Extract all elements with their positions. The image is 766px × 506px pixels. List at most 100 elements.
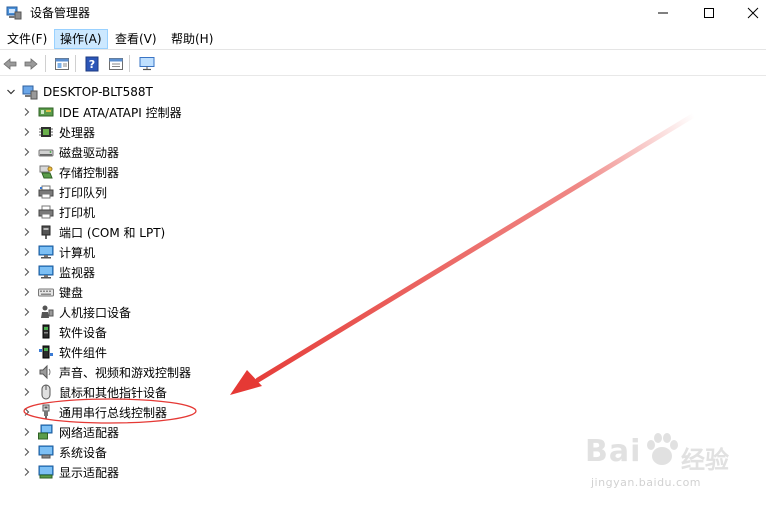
expand-chevron-icon[interactable] xyxy=(20,205,34,219)
monitor-icon[interactable] xyxy=(137,54,157,74)
tree-item[interactable]: 软件设备 xyxy=(20,322,107,342)
tree-item-label: 声音、视频和游戏控制器 xyxy=(59,365,192,380)
port-icon xyxy=(38,224,54,240)
expand-chevron-icon[interactable] xyxy=(20,125,34,139)
tree-item[interactable]: 磁盘驱动器 xyxy=(20,142,119,162)
tree-item-label: 监视器 xyxy=(59,265,96,280)
close-button[interactable] xyxy=(730,0,766,26)
paw-logo-icon xyxy=(647,433,678,465)
display-adapter-icon xyxy=(38,464,54,480)
tree-item[interactable]: 打印机 xyxy=(20,202,95,222)
computer-root-icon xyxy=(22,84,38,100)
svg-text:?: ? xyxy=(89,58,95,71)
storage-controller-icon xyxy=(38,164,54,180)
expand-chevron-icon[interactable] xyxy=(20,325,34,339)
tree-item[interactable]: 鼠标和其他指针设备 xyxy=(20,382,167,402)
expand-chevron-icon[interactable] xyxy=(20,145,34,159)
menu-help[interactable]: 帮助(H) xyxy=(166,29,218,49)
maximize-button[interactable] xyxy=(686,0,732,26)
tree-item[interactable]: 通用串行总线控制器 xyxy=(20,402,167,422)
watermark-url: jingyan.baidu.com xyxy=(591,476,702,489)
menu-bar: 文件(F) 操作(A) 查看(V) 帮助(H) xyxy=(0,28,766,50)
tree-item-label: 端口 (COM 和 LPT) xyxy=(59,225,166,240)
expand-chevron-icon[interactable] xyxy=(20,265,34,279)
tree-item[interactable]: 监视器 xyxy=(20,262,95,282)
expand-chevron-icon[interactable] xyxy=(20,425,34,439)
tree-item[interactable]: 软件组件 xyxy=(20,342,107,362)
computer-icon xyxy=(38,244,54,260)
tree-item[interactable]: 处理器 xyxy=(20,122,95,142)
usb-controller-icon xyxy=(38,404,54,420)
tree-item-label: 鼠标和其他指针设备 xyxy=(59,385,168,400)
tree-item[interactable]: 计算机 xyxy=(20,242,95,262)
watermark-cn: 经验 xyxy=(681,446,729,474)
expand-chevron-icon[interactable] xyxy=(20,365,34,379)
network-adapter-icon xyxy=(38,424,54,440)
tree-item[interactable]: 端口 (COM 和 LPT) xyxy=(20,222,165,242)
tree-item-label: 处理器 xyxy=(59,125,96,140)
expand-chevron-icon[interactable] xyxy=(20,465,34,479)
disk-drive-icon xyxy=(38,144,54,160)
tree-item-label: 计算机 xyxy=(59,245,96,260)
software-device-icon xyxy=(38,324,54,340)
tree-item-label: 打印队列 xyxy=(59,185,108,200)
print-queue-icon xyxy=(38,184,54,200)
tree-item-label: 键盘 xyxy=(59,285,84,300)
expand-chevron-icon[interactable] xyxy=(20,385,34,399)
tree-item-label: 通用串行总线控制器 xyxy=(59,405,168,420)
tree-item-label: 存储控制器 xyxy=(59,165,120,180)
expand-chevron-icon[interactable] xyxy=(20,305,34,319)
tree-item[interactable]: IDE ATA/ATAPI 控制器 xyxy=(20,102,182,122)
monitor-icon xyxy=(38,264,54,280)
tree-item[interactable]: 存储控制器 xyxy=(20,162,119,182)
tree-item[interactable]: 显示适配器 xyxy=(20,462,119,482)
tree-root[interactable]: DESKTOP-BLT588T xyxy=(4,82,153,102)
title-bar: 设备管理器 xyxy=(0,0,766,26)
tree-item-label: 软件设备 xyxy=(59,325,108,340)
toolbar: ? xyxy=(0,51,766,76)
expand-chevron-icon[interactable] xyxy=(20,165,34,179)
tree-item-label: 网络适配器 xyxy=(59,425,120,440)
ide-controller-icon xyxy=(38,104,54,120)
menu-action[interactable]: 操作(A) xyxy=(54,29,108,49)
tree-root-label: DESKTOP-BLT588T xyxy=(43,85,153,99)
expand-chevron-icon[interactable] xyxy=(20,285,34,299)
processor-icon xyxy=(38,124,54,140)
tree-item[interactable]: 人机接口设备 xyxy=(20,302,131,322)
toolbar-separator xyxy=(129,55,130,72)
expand-chevron-icon[interactable] xyxy=(20,445,34,459)
collapse-icon[interactable] xyxy=(4,85,18,99)
software-component-icon xyxy=(38,344,54,360)
toolbar-separator xyxy=(45,55,46,72)
sound-icon xyxy=(38,364,54,380)
annotation-arrow-shaft xyxy=(255,112,697,383)
tree-item[interactable]: 声音、视频和游戏控制器 xyxy=(20,362,191,382)
menu-file[interactable]: 文件(F) xyxy=(2,29,52,49)
help-icon[interactable]: ? xyxy=(82,54,102,74)
watermark-brand: Bai xyxy=(585,434,642,469)
properties-icon[interactable] xyxy=(52,54,72,74)
toolbar-separator xyxy=(75,55,76,72)
view-icon[interactable] xyxy=(106,54,126,74)
hid-icon xyxy=(38,304,54,320)
tree-item[interactable]: 系统设备 xyxy=(20,442,107,462)
expand-chevron-icon[interactable] xyxy=(20,345,34,359)
expand-chevron-icon[interactable] xyxy=(20,105,34,119)
forward-arrow-icon[interactable] xyxy=(21,54,41,74)
tree-item-label: 软件组件 xyxy=(59,345,108,360)
window-title: 设备管理器 xyxy=(30,6,91,20)
tree-item[interactable]: 键盘 xyxy=(20,282,83,302)
baidu-jingyan-watermark: Bai 经验 jingyan.baidu.com xyxy=(585,430,760,500)
expand-chevron-icon[interactable] xyxy=(20,405,34,419)
tree-item[interactable]: 打印队列 xyxy=(20,182,107,202)
back-arrow-icon[interactable] xyxy=(0,54,20,74)
tree-item-label: 系统设备 xyxy=(59,445,108,460)
expand-chevron-icon[interactable] xyxy=(20,245,34,259)
expand-chevron-icon[interactable] xyxy=(20,225,34,239)
mouse-icon xyxy=(38,384,54,400)
menu-view[interactable]: 查看(V) xyxy=(110,29,162,49)
tree-item-label: IDE ATA/ATAPI 控制器 xyxy=(59,105,182,120)
expand-chevron-icon[interactable] xyxy=(20,185,34,199)
minimize-button[interactable] xyxy=(640,0,686,26)
tree-item[interactable]: 网络适配器 xyxy=(20,422,119,442)
